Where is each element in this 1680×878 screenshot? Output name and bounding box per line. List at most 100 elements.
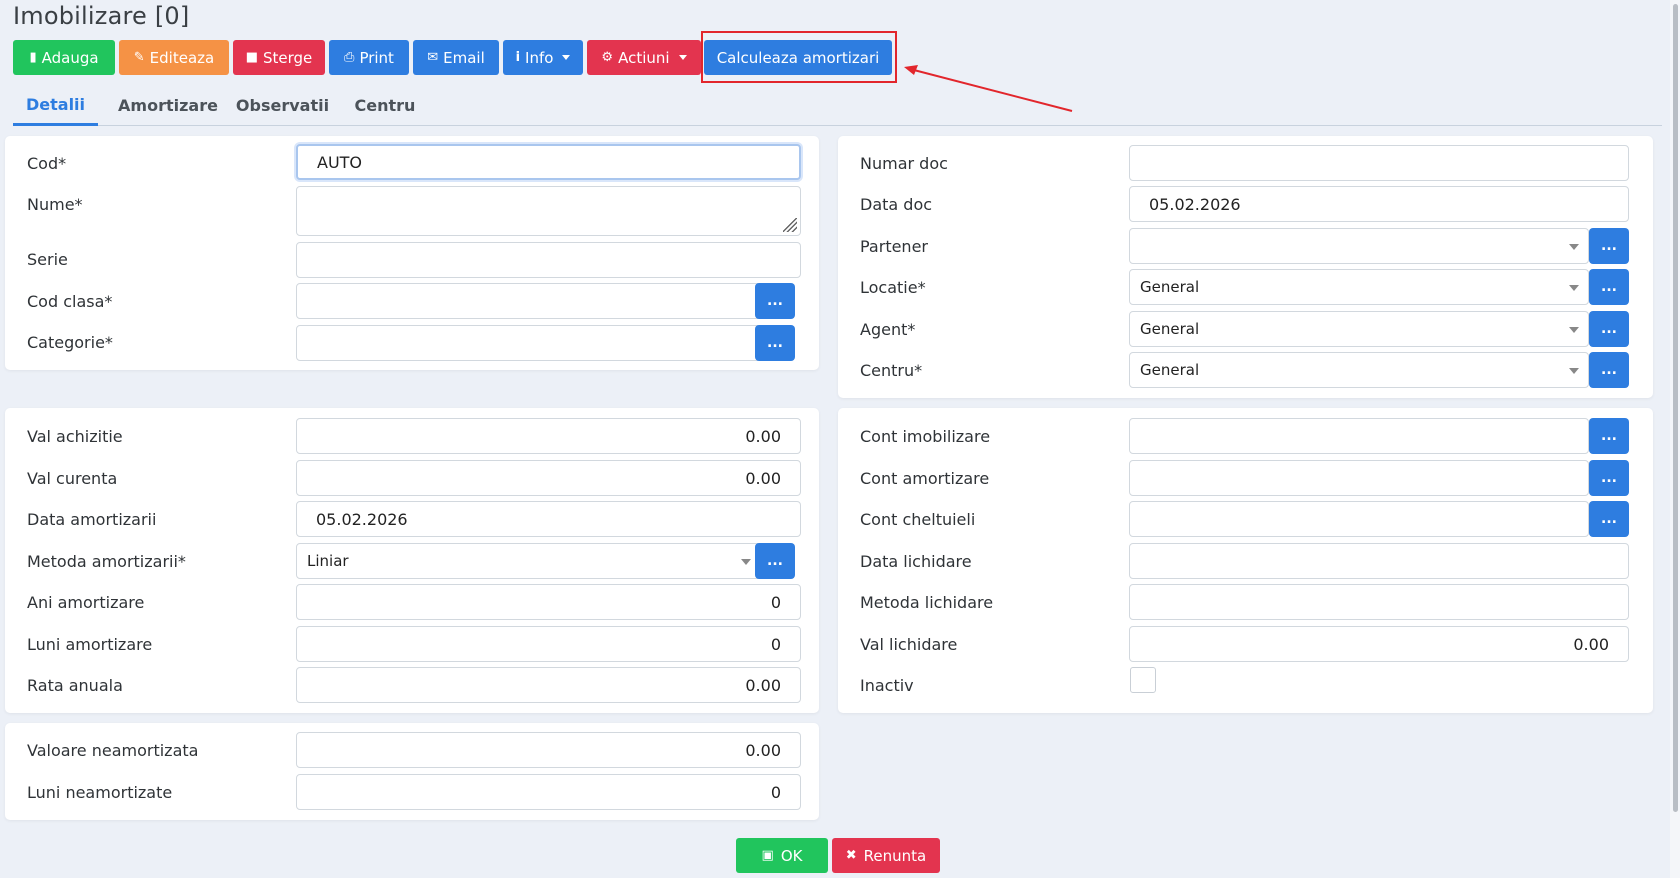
- categorie-label: Categorie*: [27, 333, 113, 352]
- rata-anuala-label: Rata anuala: [27, 676, 123, 695]
- valoare-neamortizata-input[interactable]: 0.00: [296, 732, 801, 768]
- ok-button[interactable]: ▣ OK: [736, 838, 828, 873]
- cont-amortizare-browse-button[interactable]: ...: [1589, 460, 1629, 496]
- data-lichidare-label: Data lichidare: [860, 552, 972, 571]
- agent-label: Agent*: [860, 320, 916, 339]
- tab-bar: Detalii Amortizare Observatii Centru: [13, 86, 1662, 126]
- save-icon: ▣: [761, 848, 774, 863]
- centru-select[interactable]: General: [1129, 352, 1589, 388]
- dropdown-arrow-icon: [1569, 285, 1579, 291]
- chevron-down-icon: [678, 55, 687, 60]
- cont-imobilizare-label: Cont imobilizare: [860, 427, 991, 446]
- remaining-value-panel: Valoare neamortizata 0.00 Luni neamortiz…: [5, 723, 819, 820]
- delete-button-label: Sterge: [263, 48, 313, 67]
- cod-clasa-browse-button[interactable]: ...: [755, 283, 795, 319]
- data-doc-input[interactable]: 05.02.2026: [1129, 186, 1629, 222]
- envelope-icon: ✉: [427, 50, 439, 65]
- centru-browse-button[interactable]: ...: [1589, 352, 1629, 388]
- actions-button-label: Actiuni: [618, 48, 670, 67]
- gear-icon: ⚙: [601, 50, 614, 65]
- ani-amortizare-input[interactable]: 0: [296, 584, 801, 620]
- val-achizitie-input[interactable]: 0.00: [296, 418, 801, 454]
- categorie-browse-button[interactable]: ...: [755, 325, 795, 361]
- partener-select[interactable]: [1129, 228, 1589, 264]
- scrollbar-thumb[interactable]: [1673, 4, 1678, 812]
- tab-centru[interactable]: Centru: [345, 86, 425, 125]
- ani-amortizare-label: Ani amortizare: [27, 593, 145, 612]
- tab-observatii[interactable]: Observatii: [230, 86, 335, 125]
- data-lichidare-input[interactable]: [1129, 543, 1629, 579]
- email-button-label: Email: [443, 48, 485, 67]
- serie-label: Serie: [27, 250, 68, 269]
- numar-doc-input[interactable]: [1129, 145, 1629, 181]
- luni-neamortizate-input[interactable]: 0: [296, 774, 801, 810]
- metoda-amortizarii-label: Metoda amortizarii*: [27, 552, 186, 571]
- info-dropdown-button[interactable]: i Info: [503, 40, 583, 75]
- metoda-amortizarii-select[interactable]: Liniar: [296, 543, 761, 579]
- cont-cheltuieli-input[interactable]: [1129, 501, 1589, 537]
- val-achizitie-label: Val achizitie: [27, 427, 123, 446]
- ok-button-label: OK: [780, 846, 803, 865]
- luni-neamortizate-label: Luni neamortizate: [27, 783, 173, 802]
- cont-amortizare-input[interactable]: [1129, 460, 1589, 496]
- dropdown-arrow-icon: [1569, 327, 1579, 333]
- inactiv-checkbox[interactable]: [1130, 667, 1156, 693]
- cont-imobilizare-input[interactable]: [1129, 418, 1589, 454]
- cod-clasa-label: Cod clasa*: [27, 292, 113, 311]
- val-curenta-input[interactable]: 0.00: [296, 460, 801, 496]
- dropdown-arrow-icon: [1569, 244, 1579, 250]
- luni-amortizare-label: Luni amortizare: [27, 635, 153, 654]
- serie-input[interactable]: [296, 242, 801, 278]
- tab-detalii[interactable]: Detalii: [13, 86, 98, 126]
- cod-input[interactable]: AUTO: [296, 144, 801, 180]
- metoda-lichidare-input[interactable]: [1129, 584, 1629, 620]
- general-info-panel: Cod* AUTO Nume* Serie Cod clasa* ... Cat…: [5, 136, 819, 370]
- valoare-neamortizata-label: Valoare neamortizata: [27, 741, 199, 760]
- info-button-label: Info: [525, 48, 554, 67]
- locatie-select[interactable]: General: [1129, 269, 1589, 305]
- resize-grip-icon[interactable]: [783, 218, 797, 232]
- file-icon: ▮: [29, 50, 37, 65]
- page-scrollbar[interactable]: [1670, 0, 1680, 878]
- cont-imobilizare-browse-button[interactable]: ...: [1589, 418, 1629, 454]
- agent-browse-button[interactable]: ...: [1589, 311, 1629, 347]
- actions-dropdown-button[interactable]: ⚙ Actiuni: [587, 40, 701, 75]
- luni-amortizare-input[interactable]: 0: [296, 626, 801, 662]
- print-button[interactable]: ⎙ Print: [329, 40, 409, 75]
- val-lichidare-label: Val lichidare: [860, 635, 958, 654]
- locatie-browse-button[interactable]: ...: [1589, 269, 1629, 305]
- val-lichidare-input[interactable]: 0.00: [1129, 626, 1629, 662]
- categorie-input[interactable]: [296, 325, 761, 361]
- agent-select[interactable]: General: [1129, 311, 1589, 347]
- add-button[interactable]: ▮ Adauga: [13, 40, 115, 75]
- data-doc-label: Data doc: [860, 195, 933, 214]
- inactiv-label: Inactiv: [860, 676, 914, 695]
- cod-clasa-input[interactable]: [296, 283, 761, 319]
- data-amortizarii-input[interactable]: 05.02.2026: [296, 501, 801, 537]
- rata-anuala-input[interactable]: 0.00: [296, 667, 801, 703]
- centru-label: Centru*: [860, 361, 923, 380]
- print-button-label: Print: [359, 48, 394, 67]
- accounts-panel: Cont imobilizare ... Cont amortizare ...…: [838, 408, 1653, 713]
- edit-button-label: Editeaza: [149, 48, 215, 67]
- document-panel: Numar doc Data doc 05.02.2026 Partener .…: [838, 136, 1653, 398]
- edit-button[interactable]: ✎ Editeaza: [119, 40, 229, 75]
- annotation-highlight-box: [701, 31, 897, 83]
- depreciation-panel: Val achizitie 0.00 Val curenta 0.00 Data…: [5, 408, 819, 713]
- nume-textarea[interactable]: [296, 186, 801, 236]
- metoda-amortizarii-browse-button[interactable]: ...: [755, 543, 795, 579]
- tab-amortizare[interactable]: Amortizare: [113, 86, 223, 125]
- partener-browse-button[interactable]: ...: [1589, 228, 1629, 264]
- info-icon: i: [515, 50, 521, 65]
- metoda-lichidare-label: Metoda lichidare: [860, 593, 994, 612]
- cancel-button[interactable]: ✖ Renunta: [832, 838, 940, 873]
- data-amortizarii-label: Data amortizarii: [27, 510, 157, 529]
- delete-button[interactable]: ■ Sterge: [233, 40, 325, 75]
- locatie-value: General: [1140, 278, 1200, 296]
- edit-icon: ✎: [133, 50, 145, 65]
- page-title: Imobilizare [0]: [13, 2, 190, 30]
- add-button-label: Adauga: [41, 48, 99, 67]
- cont-cheltuieli-browse-button[interactable]: ...: [1589, 501, 1629, 537]
- email-button[interactable]: ✉ Email: [413, 40, 499, 75]
- cont-cheltuieli-label: Cont cheltuieli: [860, 510, 976, 529]
